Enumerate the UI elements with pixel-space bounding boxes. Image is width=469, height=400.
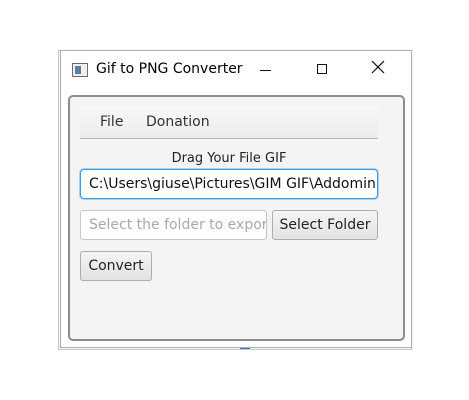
- gif-path-input[interactable]: C:\Users\giuse\Pictures\GIM GIF\Addomin: [80, 169, 378, 199]
- convert-button[interactable]: Convert: [80, 251, 152, 281]
- window-title: Gif to PNG Converter: [96, 61, 243, 77]
- minimize-button[interactable]: [243, 51, 289, 89]
- app-window: Gif to PNG Converter File Donation Drag …: [60, 50, 412, 348]
- drag-label: Drag Your File GIF: [171, 151, 287, 166]
- menu-file[interactable]: File: [100, 114, 123, 130]
- select-folder-button[interactable]: Select Folder: [272, 210, 378, 240]
- maximize-button[interactable]: [299, 51, 345, 89]
- close-icon: [371, 60, 385, 74]
- title-bar[interactable]: Gif to PNG Converter: [61, 51, 411, 89]
- content-panel: File Donation Drag Your File GIF C:\User…: [68, 95, 405, 341]
- close-button[interactable]: [355, 51, 401, 89]
- minimize-icon: [260, 70, 271, 71]
- app-icon: [72, 63, 88, 77]
- maximize-icon: [317, 64, 327, 74]
- menu-bar: File Donation: [80, 106, 378, 139]
- export-folder-input[interactable]: Select the folder to expor: [80, 210, 267, 240]
- menu-donation[interactable]: Donation: [146, 114, 210, 130]
